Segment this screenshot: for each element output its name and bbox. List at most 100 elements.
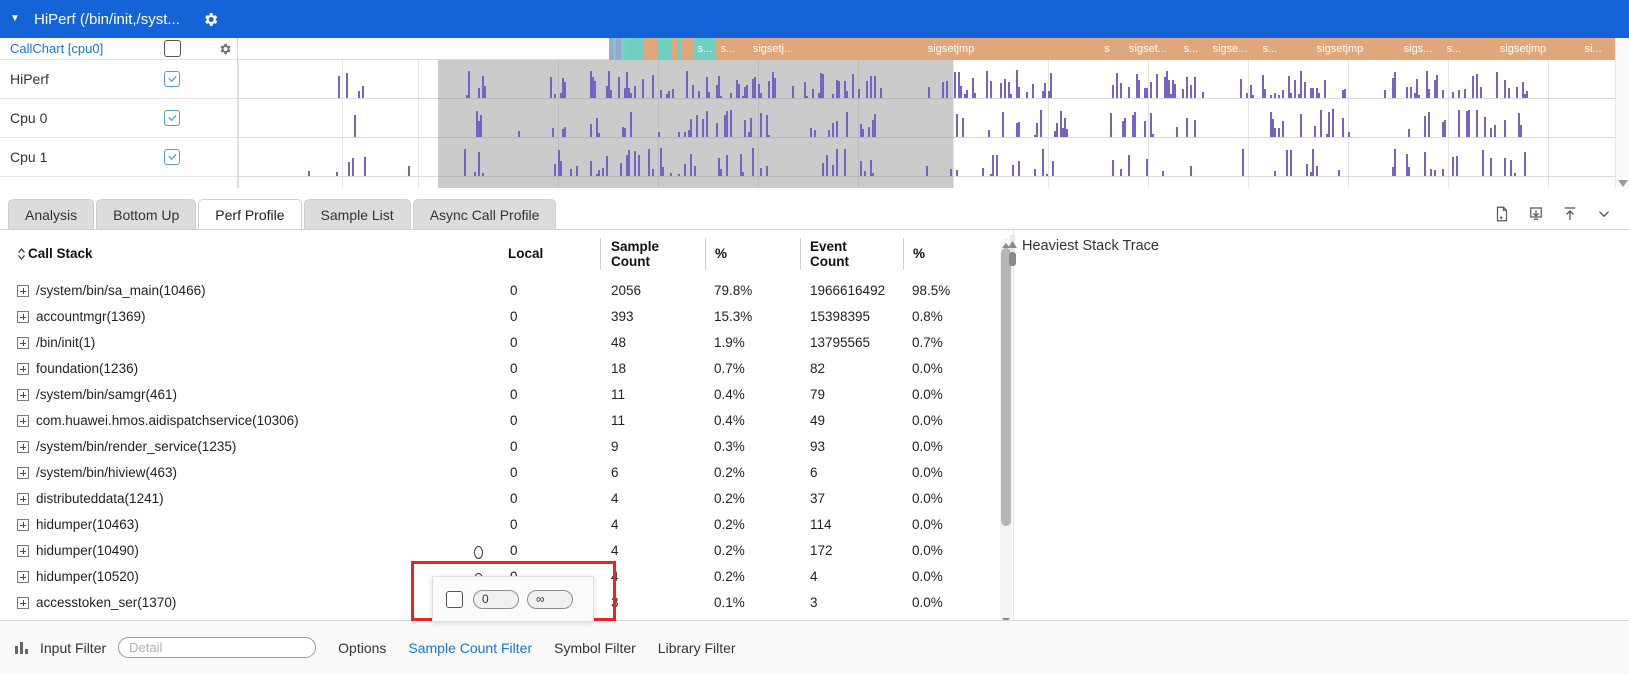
table-row[interactable]: /bin/init(1)0481.9%137955650.7% — [0, 330, 1010, 356]
expand-icon[interactable] — [17, 597, 29, 609]
timeline-scrollbar[interactable] — [1615, 38, 1629, 188]
table-row[interactable]: /system/bin/sa_main(10466)0205679.8%1966… — [0, 278, 1010, 304]
column-divider[interactable] — [903, 238, 904, 270]
expand-icon[interactable] — [17, 441, 29, 453]
expand-icon[interactable] — [17, 493, 29, 505]
column-header-call-stack[interactable]: Call Stack — [17, 230, 93, 278]
flame-segment[interactable]: sigsetj... — [740, 38, 806, 60]
scroll-down-icon[interactable] — [1002, 612, 1010, 620]
column-divider[interactable] — [800, 238, 801, 270]
sample-count-max-input[interactable] — [527, 590, 573, 609]
sort-icon[interactable] — [17, 247, 26, 261]
table-row[interactable]: com.huawei.hmos.aidispatchservice(10306)… — [0, 408, 1010, 434]
column-header-sample-count[interactable]: Sample Count — [611, 230, 659, 278]
sample-count-min-input[interactable] — [473, 590, 519, 609]
sample-count-filter-popup[interactable] — [432, 576, 594, 622]
expand-icon[interactable] — [17, 519, 29, 531]
table-row[interactable]: accountmgr(1369)039315.3%153983950.8% — [0, 304, 1010, 330]
timeline-row-cpu2[interactable]: Cpu 2 — [0, 177, 237, 188]
gear-icon[interactable] — [218, 42, 232, 56]
caret-down-icon[interactable]: ▼ — [0, 14, 30, 24]
flame-segment[interactable]: s... — [1178, 38, 1204, 60]
timeline-row-checkbox[interactable] — [164, 110, 180, 126]
expand-icon[interactable] — [17, 337, 29, 349]
new-file-icon[interactable] — [1493, 205, 1511, 223]
heaviest-stack-scrollbar[interactable] — [1007, 235, 1018, 265]
column-header-event-pct[interactable]: % — [913, 230, 925, 278]
timeline-row-checkbox[interactable] — [164, 40, 181, 57]
column-header-local[interactable]: Local — [508, 230, 543, 278]
expand-icon[interactable] — [17, 467, 29, 479]
flame-segment[interactable]: s... — [716, 38, 740, 60]
timeline-row-callchart[interactable]: CallChart [cpu0] — [0, 38, 237, 60]
scrollbar-thumb[interactable] — [1009, 252, 1016, 266]
timeline-canvas[interactable]: s...s...sigsetj...sigsetjmpssigset...s..… — [238, 38, 1629, 188]
flame-segment[interactable]: sigse... — [1204, 38, 1256, 60]
expand-icon[interactable] — [17, 545, 29, 557]
flame-segment[interactable]: sigsetjmp — [1284, 38, 1396, 60]
timeline-row-cpu1[interactable]: Cpu 1 — [0, 138, 237, 177]
table-row[interactable]: /system/bin/samgr(461)0110.4%790.0% — [0, 382, 1010, 408]
sample-count-filter-checkbox[interactable] — [446, 591, 463, 608]
options-link[interactable]: Options — [338, 640, 386, 656]
timeline-row-label[interactable]: CallChart [cpu0] — [10, 41, 103, 56]
table-row[interactable]: hidumper(10463)040.2%1140.0% — [0, 512, 1010, 538]
expand-icon[interactable] — [17, 389, 29, 401]
column-divider[interactable] — [600, 238, 601, 270]
flame-segment[interactable]: sigset... — [1118, 38, 1178, 60]
timeline-row-checkbox[interactable] — [164, 71, 180, 87]
timeline-row-hiperf[interactable]: HiPerf — [0, 60, 237, 99]
table-scrollbar-thumb[interactable] — [1001, 248, 1011, 526]
flame-segment[interactable]: s... — [1256, 38, 1284, 60]
expand-icon[interactable] — [17, 415, 29, 427]
flame-segment[interactable]: s... — [1440, 38, 1468, 60]
input-filter-field[interactable] — [118, 637, 316, 658]
tab-bottom-up[interactable]: Bottom Up — [96, 199, 196, 229]
table-row[interactable]: /system/bin/hiview(463)060.2%60.0% — [0, 460, 1010, 486]
flame-segment[interactable]: s... — [694, 38, 716, 60]
cell-sample-count: 4 — [611, 564, 619, 590]
sample-count-filter-link[interactable]: Sample Count Filter — [408, 640, 532, 656]
flame-chart-strip[interactable]: s...s...sigsetj...sigsetjmpssigset...s..… — [238, 38, 1629, 60]
popup-anchor-knob-top[interactable] — [474, 546, 483, 559]
sample-bar — [1328, 112, 1330, 137]
table-row[interactable]: foundation(1236)0180.7%820.0% — [0, 356, 1010, 382]
flame-segment[interactable] — [682, 38, 694, 60]
flame-segment[interactable] — [657, 38, 671, 60]
tab-analysis[interactable]: Analysis — [8, 199, 94, 229]
library-filter-link[interactable]: Library Filter — [658, 640, 736, 656]
flame-segment[interactable] — [625, 38, 643, 60]
import-download-icon[interactable] — [1527, 205, 1545, 223]
symbol-filter-link[interactable]: Symbol Filter — [554, 640, 636, 656]
tab-async-call-profile[interactable]: Async Call Profile — [413, 199, 557, 229]
tab-perf-profile[interactable]: Perf Profile — [198, 199, 301, 229]
table-row[interactable]: distributeddata(1241)040.2%370.0% — [0, 486, 1010, 512]
scroll-up-icon[interactable] — [1008, 237, 1017, 245]
timeline-row-checkbox[interactable] — [164, 149, 180, 165]
gear-icon[interactable] — [202, 10, 220, 28]
expand-icon[interactable] — [17, 311, 29, 323]
flame-segment[interactable]: sigsetjmp — [806, 38, 1096, 60]
sample-bar — [864, 171, 866, 176]
bar-chart-icon[interactable] — [14, 640, 30, 656]
flame-segment[interactable]: sigs... — [1396, 38, 1440, 60]
flame-segment[interactable]: s — [1096, 38, 1118, 60]
column-header-sample-pct[interactable]: % — [715, 230, 727, 278]
sample-bar — [986, 71, 988, 98]
flame-segment[interactable]: si... — [1578, 38, 1608, 60]
table-scrollbar[interactable] — [1000, 238, 1012, 620]
expand-icon[interactable] — [17, 571, 29, 583]
column-header-event-count[interactable]: Event Count — [810, 230, 849, 278]
tab-sample-list[interactable]: Sample List — [304, 199, 411, 229]
table-row[interactable]: hidumper(10490)040.2%1720.0% — [0, 538, 1010, 564]
table-row[interactable]: /system/bin/render_service(1235)090.3%93… — [0, 434, 1010, 460]
timeline-row-cpu0[interactable]: Cpu 0 — [0, 99, 237, 138]
expand-icon[interactable] — [17, 285, 29, 297]
column-divider[interactable] — [705, 238, 706, 270]
expand-icon[interactable] — [17, 363, 29, 375]
chevron-down-icon[interactable] — [1595, 205, 1613, 223]
flame-segment[interactable]: sigsetjmp — [1468, 38, 1578, 60]
chevron-down-icon[interactable] — [1618, 176, 1628, 186]
export-upload-icon[interactable] — [1561, 205, 1579, 223]
flame-segment[interactable] — [643, 38, 657, 60]
